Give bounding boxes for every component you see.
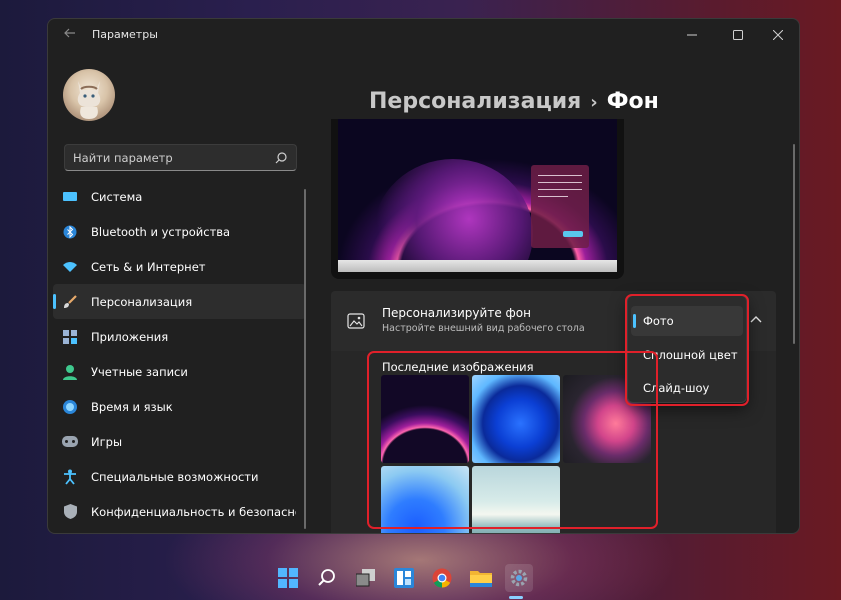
chevron-up-icon[interactable] — [749, 313, 763, 327]
sidebar-nav: Система Bluetooth и устройства Сеть & и … — [53, 179, 306, 529]
gamepad-icon — [62, 434, 78, 450]
close-icon — [773, 30, 783, 40]
sidebar-item-label: Приложения — [91, 329, 169, 344]
sidebar-item-label: Сеть & и Интернет — [91, 259, 206, 274]
sidebar-item-privacy[interactable]: Конфиденциальность и безопаснос — [53, 494, 306, 529]
page-title: Фон — [606, 89, 659, 114]
sidebar-item-apps[interactable]: Приложения — [53, 319, 306, 354]
cat-avatar-icon — [77, 81, 101, 119]
task-view-icon — [356, 569, 375, 587]
search-placeholder: Найти параметр — [73, 151, 173, 165]
sidebar-item-personalization[interactable]: Персонализация — [53, 284, 306, 319]
file-explorer-icon — [470, 571, 492, 587]
close-button[interactable] — [758, 19, 798, 51]
active-indicator — [53, 294, 56, 309]
brush-icon — [62, 294, 78, 310]
task-view-button[interactable] — [352, 564, 380, 592]
start-button[interactable] — [274, 564, 302, 592]
breadcrumb-parent[interactable]: Персонализация — [369, 89, 581, 114]
account-icon — [62, 364, 78, 380]
sidebar-item-gaming[interactable]: Игры — [53, 424, 306, 459]
sidebar-item-bluetooth[interactable]: Bluetooth и устройства — [53, 214, 306, 249]
minimize-icon — [687, 34, 697, 36]
sidebar-item-network[interactable]: Сеть & и Интернет — [53, 249, 306, 284]
active-app-indicator — [509, 596, 523, 599]
search-input[interactable]: Найти параметр — [64, 144, 297, 171]
settings-taskbar-button[interactable] — [505, 564, 533, 592]
desktop-preview — [331, 119, 624, 279]
monitor-icon — [62, 189, 78, 205]
minimize-button[interactable] — [672, 19, 712, 51]
maximize-button[interactable] — [718, 19, 758, 51]
breadcrumb-separator: › — [590, 92, 598, 113]
image-icon — [347, 313, 365, 329]
avatar[interactable] — [63, 69, 115, 121]
arrow-left-icon — [64, 28, 75, 38]
sidebar-item-label: Специальные возможности — [91, 469, 259, 484]
maximize-icon — [733, 30, 743, 40]
start-icon — [278, 568, 298, 588]
chrome-icon — [432, 568, 452, 588]
back-button[interactable] — [60, 26, 80, 44]
sidebar-item-time-language[interactable]: Время и язык — [53, 389, 306, 424]
accessibility-icon — [62, 469, 78, 485]
breadcrumb: Персонализация › Фон — [369, 89, 659, 114]
taskbar-search-button[interactable] — [313, 564, 341, 592]
wallpaper-preview — [338, 119, 617, 260]
widgets-icon — [394, 568, 414, 588]
sidebar-item-system[interactable]: Система — [53, 179, 306, 214]
app-title: Параметры — [92, 28, 158, 41]
chrome-button[interactable] — [428, 564, 456, 592]
settings-icon — [510, 569, 528, 587]
widgets-button[interactable] — [390, 564, 418, 592]
sidebar-item-label: Bluetooth и устройства — [91, 224, 231, 239]
card-title: Персонализируйте фон — [382, 306, 531, 320]
sidebar-item-label: Учетные записи — [91, 364, 188, 379]
sidebar-item-label: Конфиденциальность и безопаснос — [91, 504, 296, 519]
bluetooth-icon — [62, 224, 78, 240]
preview-taskbar — [338, 260, 617, 272]
apps-icon — [62, 329, 78, 345]
content-scrollbar[interactable] — [793, 144, 795, 344]
sidebar-item-label: Персонализация — [91, 294, 193, 309]
sidebar-item-accounts[interactable]: Учетные записи — [53, 354, 306, 389]
sidebar-item-label: Игры — [91, 434, 123, 449]
sidebar-scrollbar[interactable] — [304, 189, 306, 529]
taskbar — [0, 556, 841, 600]
wifi-icon — [62, 259, 78, 275]
sidebar-item-label: Время и язык — [91, 399, 173, 414]
highlight-recent-images — [367, 351, 658, 529]
globe-clock-icon — [62, 399, 78, 415]
title-bar: Параметры — [48, 19, 799, 51]
shield-icon — [62, 504, 78, 520]
file-explorer-button[interactable] — [467, 564, 495, 592]
sidebar-item-accessibility[interactable]: Специальные возможности — [53, 459, 306, 494]
card-subtitle: Настройте внешний вид рабочего стола — [382, 323, 585, 334]
search-icon — [275, 152, 287, 164]
sidebar-item-label: Система — [91, 189, 143, 204]
search-icon — [318, 569, 335, 586]
preview-window — [531, 165, 589, 248]
wallpaper-glow — [373, 159, 533, 260]
